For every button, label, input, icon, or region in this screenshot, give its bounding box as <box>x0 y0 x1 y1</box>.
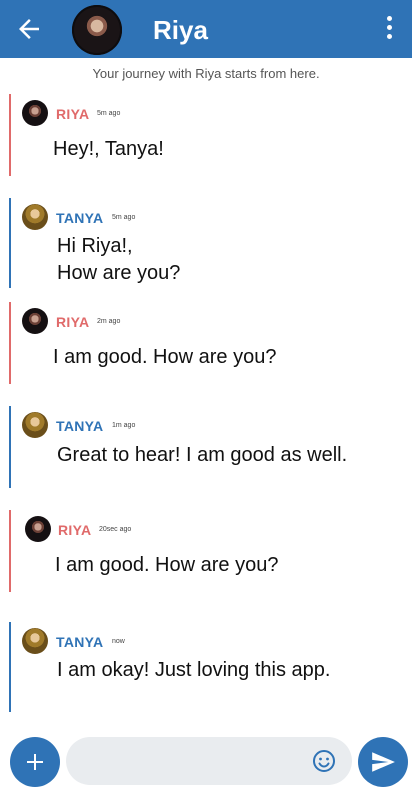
send-button[interactable] <box>358 737 408 787</box>
message-time: 1m ago <box>112 422 136 429</box>
message-input[interactable] <box>80 745 304 779</box>
message-item: TANYA 5m ago Hi Riya!, How are you? <box>0 198 412 288</box>
sender-name: RIYA <box>56 106 90 122</box>
avatar[interactable] <box>25 516 51 542</box>
avatar[interactable] <box>22 308 48 334</box>
avatar[interactable] <box>22 100 48 126</box>
more-vertical-icon <box>382 16 396 39</box>
sender-name: RIYA <box>58 522 92 538</box>
message-accent-bar <box>9 198 11 288</box>
sender-name: RIYA <box>56 314 90 330</box>
emoji-button[interactable] <box>312 749 336 773</box>
message-time: 20sec ago <box>99 526 132 533</box>
arrow-left-icon <box>19 19 39 39</box>
plus-icon <box>27 754 43 770</box>
message-text: Hey!, Tanya! <box>53 138 164 160</box>
message-item: RIYA 20sec ago I am good. How are you? <box>0 510 412 592</box>
more-options-button[interactable] <box>382 16 396 42</box>
message-time: 5m ago <box>112 214 136 221</box>
sender-name: TANYA <box>56 418 104 434</box>
message-time: 2m ago <box>97 318 121 325</box>
avatar[interactable] <box>22 204 48 230</box>
message-item: TANYA now I am okay! Just loving this ap… <box>0 622 412 712</box>
message-accent-bar <box>9 622 11 712</box>
message-text: I am okay! Just loving this app. <box>57 659 331 681</box>
contact-name[interactable]: Riya <box>153 14 208 46</box>
message-text: I am good. How are you? <box>53 346 277 368</box>
message-accent-bar <box>9 406 11 488</box>
message-time: now <box>112 638 125 645</box>
avatar[interactable] <box>22 628 48 654</box>
sender-name: TANYA <box>56 634 104 650</box>
message-item: RIYA 5m ago Hey!, Tanya! <box>0 94 412 176</box>
back-button[interactable] <box>14 14 44 44</box>
app-header: Riya <box>0 0 412 58</box>
message-accent-bar <box>9 94 11 176</box>
avatar[interactable] <box>22 412 48 438</box>
message-text: I am good. How are you? <box>55 554 279 576</box>
message-input-container <box>66 737 352 785</box>
message-item: TANYA 1m ago Great to hear! I am good as… <box>0 406 412 488</box>
sender-name: TANYA <box>56 210 104 226</box>
conversation-intro: Your journey with Riya starts from here. <box>92 66 320 81</box>
message-accent-bar <box>9 510 11 592</box>
message-time: 5m ago <box>97 110 121 117</box>
add-attachment-button[interactable] <box>10 737 60 787</box>
contact-avatar[interactable] <box>72 5 122 55</box>
send-icon <box>372 752 395 772</box>
message-text: Hi Riya!, How are you? <box>57 235 181 284</box>
message-item: RIYA 2m ago I am good. How are you? <box>0 302 412 384</box>
message-accent-bar <box>9 302 11 384</box>
smiley-icon <box>313 750 335 772</box>
message-text: Great to hear! I am good as well. <box>57 444 348 466</box>
